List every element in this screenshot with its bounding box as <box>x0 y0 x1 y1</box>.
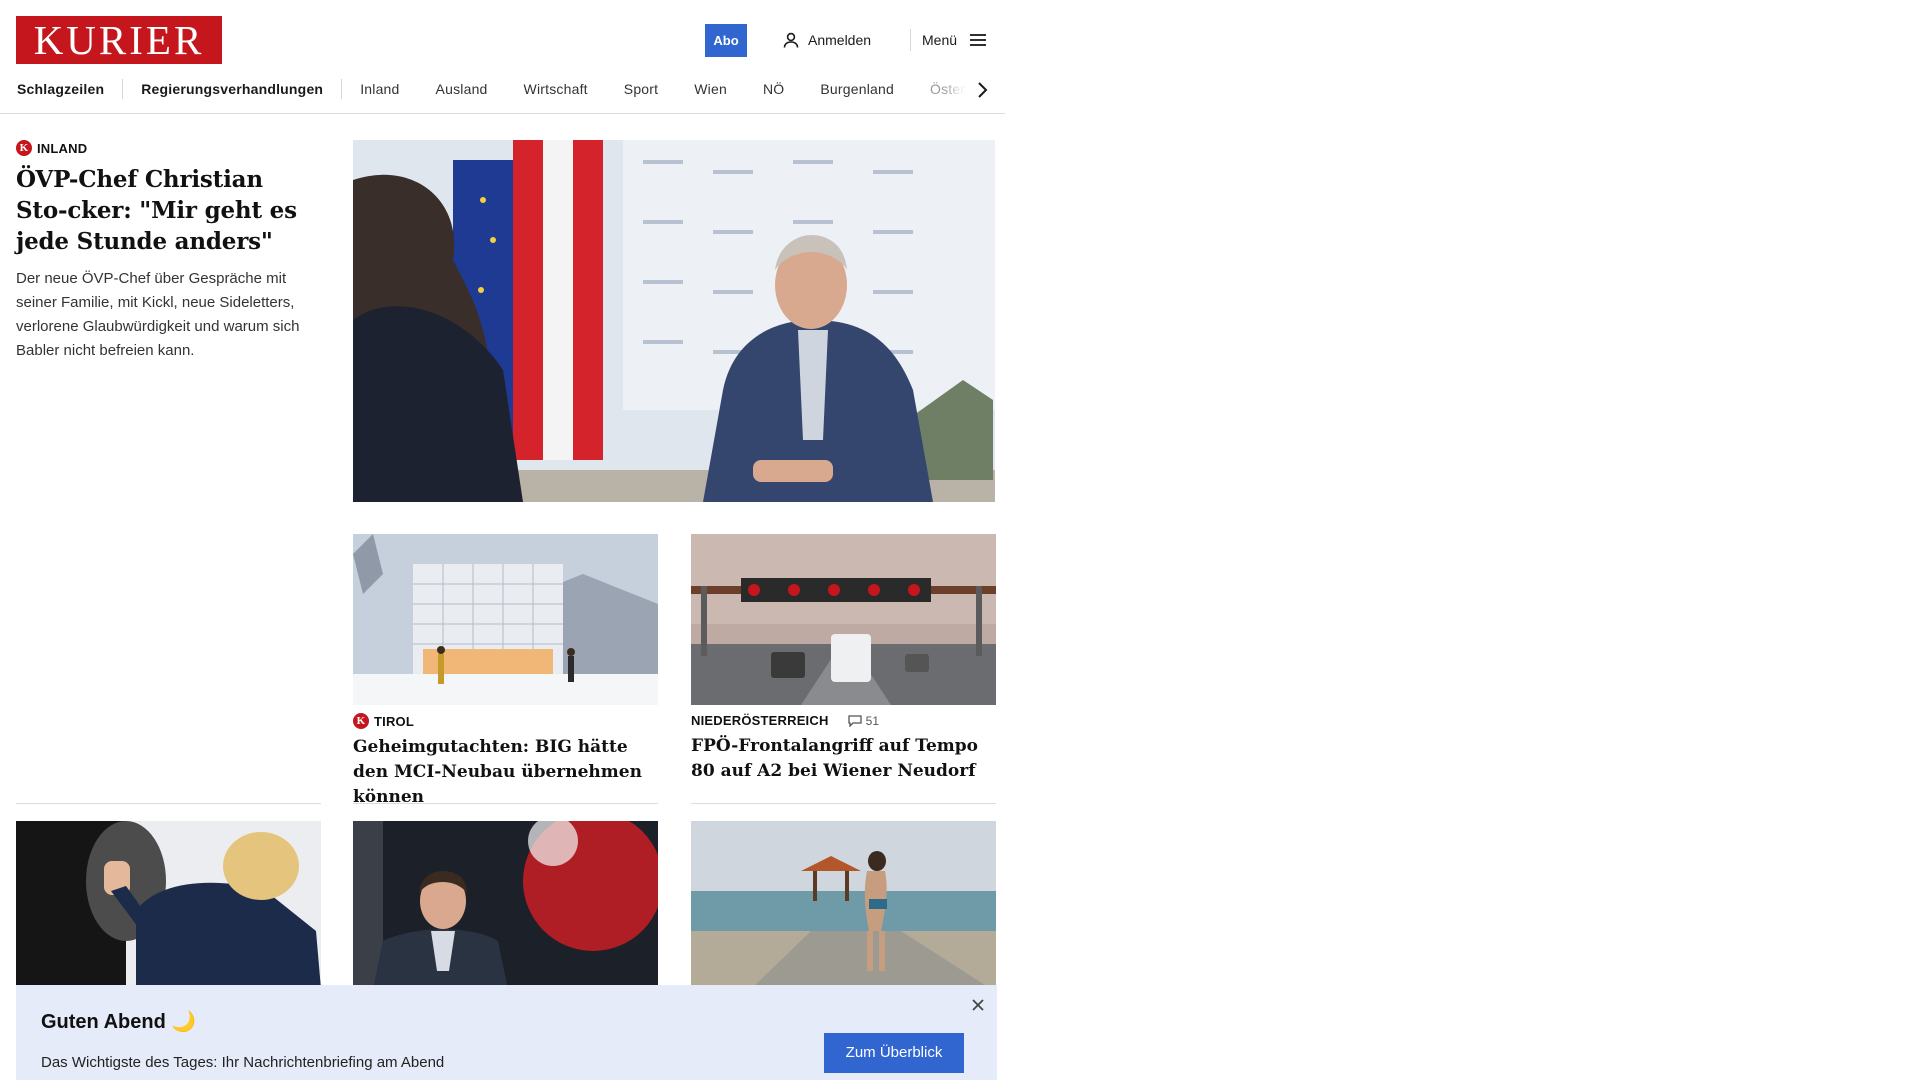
card-image-niederoesterreich[interactable] <box>691 534 996 705</box>
nav-item-wirtschaft[interactable]: Wirtschaft <box>506 81 606 97</box>
beach-photo <box>691 821 996 989</box>
divider <box>691 803 996 804</box>
card-headline[interactable]: FPÖ-Frontalangriff auf Tempo 80 auf A2 b… <box>691 734 996 784</box>
lead-kicker: K INLAND <box>16 140 321 156</box>
tv-politician-photo <box>353 821 658 989</box>
divider <box>353 803 658 804</box>
nav-scroll-right-button[interactable] <box>968 76 996 104</box>
lead-section-label: INLAND <box>37 140 88 156</box>
banner-title: Guten Abend 🌙 <box>41 1011 197 1033</box>
card-headline[interactable]: Geheimgutachten: BIG hätte den MCI-Neuba… <box>353 735 658 810</box>
evening-briefing-banner: Guten Abend 🌙 Das Wichtigste des Tages: … <box>16 985 997 1080</box>
press-interview-photo <box>353 140 995 502</box>
row3-image-2[interactable] <box>353 821 658 989</box>
menu-label: Menü <box>922 32 958 48</box>
nav-item-oesterreich[interactable]: Öster <box>912 81 965 97</box>
login-label: Anmelden <box>808 32 872 48</box>
nav-item-noe[interactable]: NÖ <box>745 81 802 97</box>
header-divider <box>910 29 911 51</box>
close-icon <box>972 999 984 1011</box>
nav-item-wien[interactable]: Wien <box>676 81 745 97</box>
row3-image-3[interactable] <box>691 821 996 989</box>
kurier-logo[interactable]: KURIER <box>16 16 222 64</box>
trump-door-photo <box>16 821 321 989</box>
nav-item-schlagzeilen[interactable]: Schlagzeilen <box>0 81 122 97</box>
abo-button[interactable]: Abo <box>705 24 747 57</box>
comment-count[interactable]: 51 <box>847 713 880 728</box>
banner-text: Das Wichtigste des Tages: Ihr Nachrichte… <box>41 1054 445 1071</box>
article-card-niederoesterreich[interactable]: NIEDERÖSTERREICH 51 FPÖ-Frontalangriff a… <box>691 713 996 784</box>
card-section-label: TIROL <box>374 713 414 729</box>
highway-speed-sign-photo <box>691 534 996 705</box>
chevron-right-icon <box>978 82 988 98</box>
kurier-plus-badge-icon: K <box>353 713 369 729</box>
card-kicker: NIEDERÖSTERREICH 51 <box>691 713 996 728</box>
building-rendering-photo <box>353 534 658 705</box>
lead-teaser: Der neue ÖVP-Chef über Gespräche mit sei… <box>16 270 300 359</box>
banner-close-button[interactable] <box>968 995 988 1015</box>
nav-item-sport[interactable]: Sport <box>606 81 676 97</box>
nav-item-inland[interactable]: Inland <box>342 81 417 97</box>
lead-headline[interactable]: ÖVP-Chef Christian Sto-cker: "Mir geht e… <box>16 164 321 257</box>
comment-icon <box>847 714 862 727</box>
row3-image-1[interactable] <box>16 821 321 989</box>
nav-item-burgenland[interactable]: Burgenland <box>802 81 912 97</box>
card-kicker: K TIROL <box>353 713 658 729</box>
kurier-plus-badge-icon: K <box>16 140 32 156</box>
lead-image[interactable] <box>353 140 995 502</box>
menu-button[interactable]: Menü <box>922 28 987 52</box>
site-header: KURIER Abo Anmelden Menü Schlagzeilen Re… <box>0 0 1005 114</box>
user-icon <box>783 32 799 48</box>
login-button[interactable]: Anmelden <box>782 28 871 52</box>
section-nav: Schlagzeilen Regierungsverhandlungen Inl… <box>0 74 1005 104</box>
nav-item-regierungsverhandlungen[interactable]: Regierungsverhandlungen <box>123 81 341 97</box>
lead-article[interactable]: K INLAND ÖVP-Chef Christian Sto-cker: "M… <box>16 140 321 363</box>
comment-count-value: 51 <box>865 713 880 728</box>
article-card-tirol[interactable]: K TIROL Geheimgutachten: BIG hätte den M… <box>353 713 658 810</box>
hamburger-icon <box>970 34 987 46</box>
card-image-tirol[interactable] <box>353 534 658 705</box>
card-section-label: NIEDERÖSTERREICH <box>691 713 829 728</box>
divider <box>16 803 321 804</box>
overview-button[interactable]: Zum Überblick <box>824 1033 964 1073</box>
nav-item-ausland[interactable]: Ausland <box>418 81 506 97</box>
